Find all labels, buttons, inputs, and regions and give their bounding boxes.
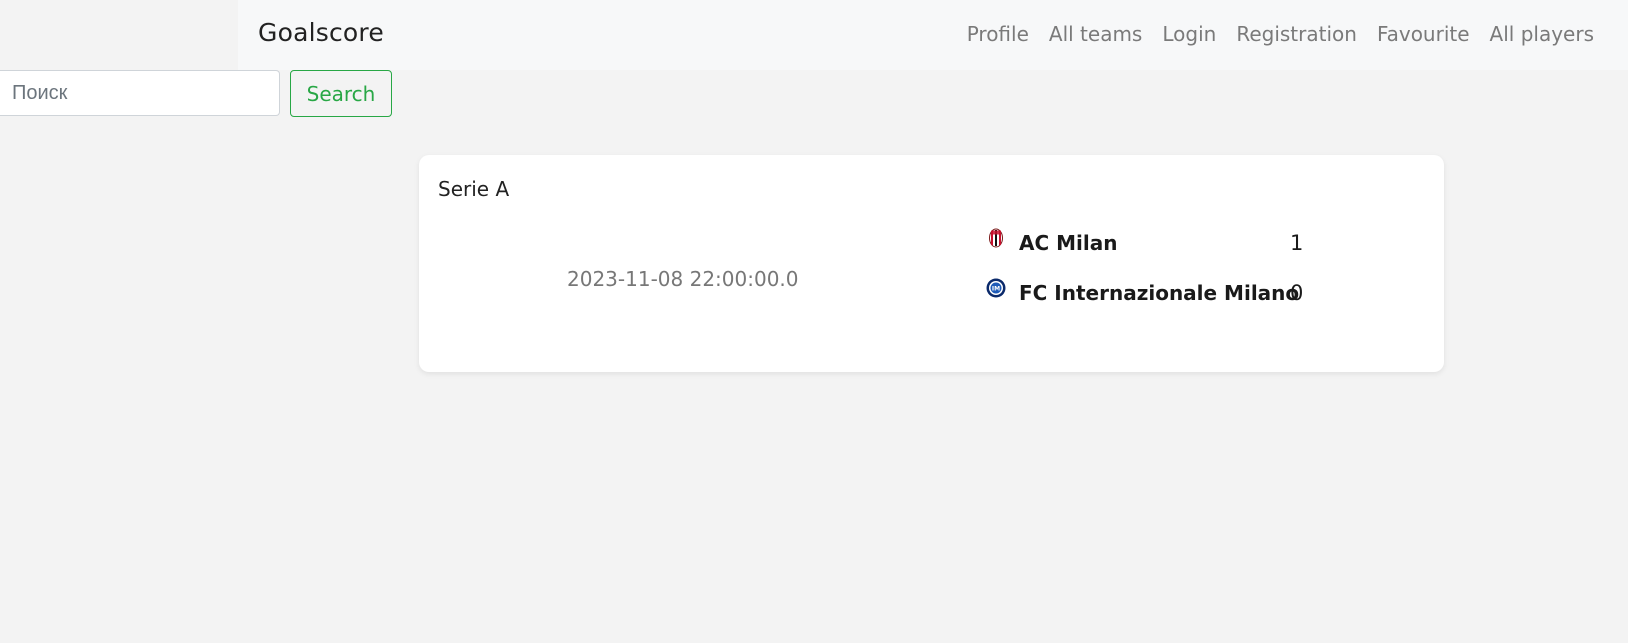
search-input[interactable] (0, 70, 280, 116)
nav-link-all-players[interactable]: All players (1490, 22, 1594, 46)
nav-links: Profile All teams Login Registration Fav… (967, 22, 1594, 46)
nav-link-login[interactable]: Login (1162, 22, 1216, 46)
nav-link-profile[interactable]: Profile (967, 22, 1029, 46)
away-team-row[interactable]: IM FC Internazionale Milano 0 (986, 278, 1304, 305)
away-team-score: 0 (1290, 281, 1304, 305)
home-team-score: 1 (1290, 231, 1304, 255)
nav-link-all-teams[interactable]: All teams (1049, 22, 1142, 46)
home-team-name: AC Milan (1019, 231, 1118, 255)
svg-text:IM: IM (992, 286, 1000, 293)
navbar: Goalscore Profile All teams Login Regist… (238, 0, 1628, 70)
league-name: Serie A (438, 177, 510, 201)
away-team-name: FC Internazionale Milano (1019, 281, 1300, 305)
search-form: Search (0, 70, 392, 117)
inter-milan-crest-icon: IM (986, 278, 1006, 298)
nav-link-favourite[interactable]: Favourite (1377, 22, 1470, 46)
home-team-row[interactable]: AC Milan 1 (986, 228, 1304, 255)
match-date: 2023-11-08 22:00:00.0 (567, 267, 799, 291)
brand-logo[interactable]: Goalscore (258, 18, 384, 47)
ac-milan-crest-icon (986, 228, 1006, 248)
search-button[interactable]: Search (290, 70, 392, 117)
nav-link-registration[interactable]: Registration (1236, 22, 1357, 46)
match-card[interactable]: Serie A 2023-11-08 22:00:00.0 AC Milan 1… (419, 155, 1444, 372)
